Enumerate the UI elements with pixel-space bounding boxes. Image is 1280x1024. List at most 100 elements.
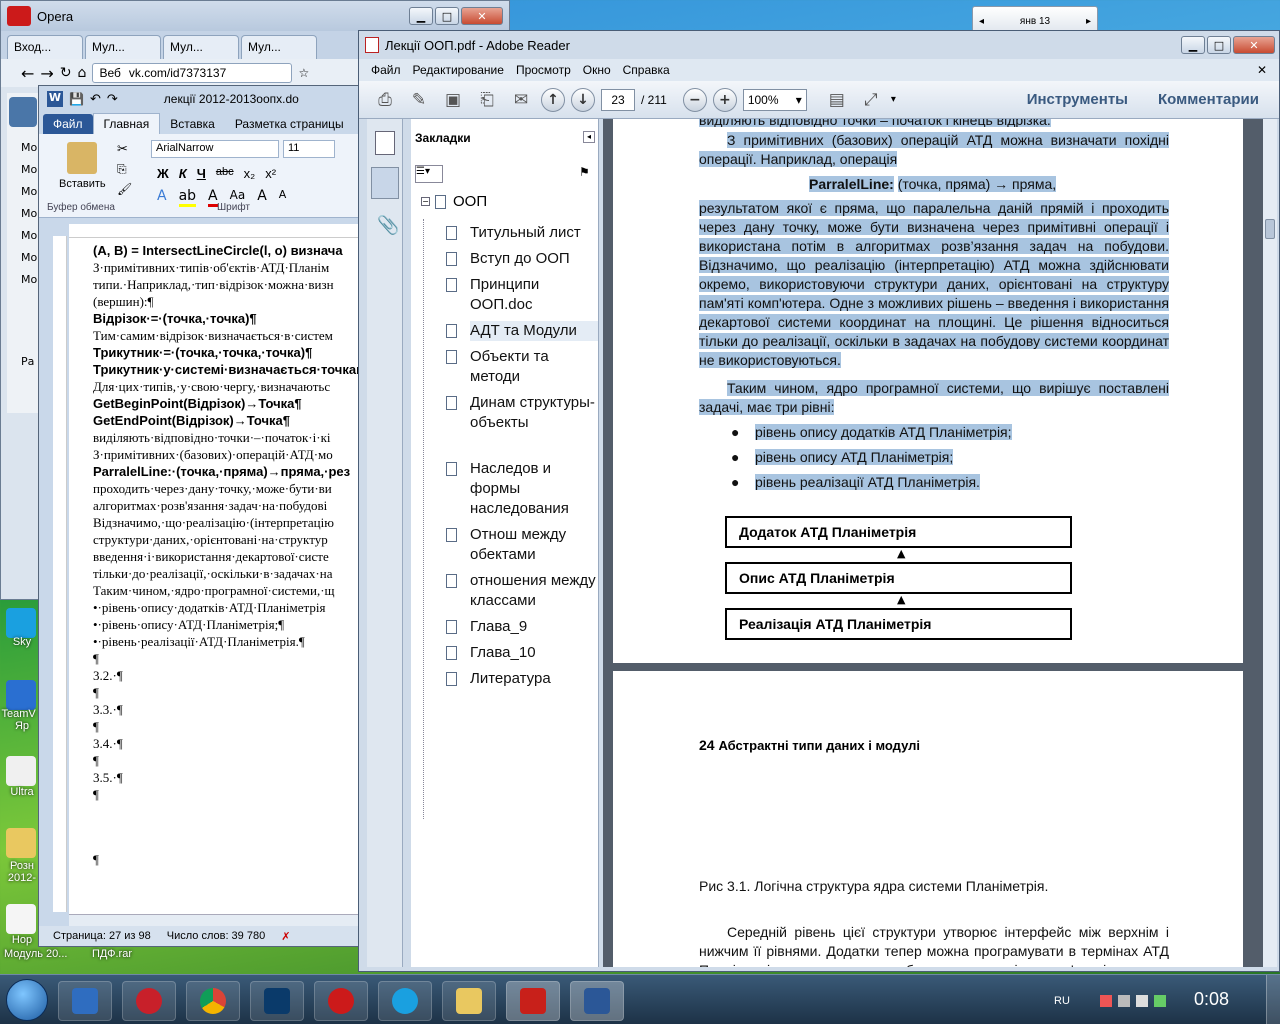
- close-button[interactable]: ✕: [1233, 36, 1275, 54]
- copy-icon[interactable]: ⎘: [117, 162, 127, 177]
- next-page-button[interactable]: ↓: [571, 87, 595, 112]
- bookmark-item[interactable]: Динам структуры-объекты: [470, 393, 598, 433]
- zoom-out-button[interactable]: −: [682, 87, 707, 112]
- tab-insert[interactable]: Вставка: [160, 114, 225, 134]
- taskbar-show-desktop[interactable]: [58, 981, 112, 1021]
- opera-tab[interactable]: Мул...: [163, 35, 239, 59]
- scroll-thumb[interactable]: [1265, 219, 1275, 239]
- reload-icon[interactable]: ↻: [60, 65, 72, 81]
- calendar-next-button[interactable]: ▸: [1086, 16, 1091, 27]
- tools-button[interactable]: Инструменты: [1027, 91, 1128, 108]
- prev-page-button[interactable]: ↑: [541, 87, 565, 112]
- text-effects-icon[interactable]: A: [157, 188, 167, 207]
- underline-button[interactable]: Ч: [197, 166, 206, 181]
- size-select[interactable]: 11: [283, 140, 335, 158]
- action-center-icon[interactable]: [1100, 995, 1112, 1007]
- create-pdf-icon[interactable]: ⎙: [371, 86, 399, 114]
- menu-file[interactable]: Файл: [371, 63, 401, 77]
- paste-icon[interactable]: [67, 142, 97, 174]
- document-page[interactable]: (A, B) = IntersectLineCircle(l, o) визна…: [69, 238, 363, 914]
- taskbar-word[interactable]: [570, 981, 624, 1021]
- teamviewer-desktop-icon[interactable]: [6, 680, 36, 710]
- zoom-in-button[interactable]: +: [712, 87, 737, 112]
- page-display-icon[interactable]: ▤: [823, 86, 851, 114]
- menu-edit[interactable]: Редактирование: [413, 63, 504, 77]
- address-field[interactable]: Веб vk.com/id7373137: [92, 63, 293, 83]
- forward-icon[interactable]: →: [40, 64, 53, 83]
- expand-bookmark-icon[interactable]: ⚑: [579, 165, 590, 179]
- comments-button[interactable]: Комментарии: [1158, 91, 1259, 108]
- taskbar-opera[interactable]: [314, 981, 368, 1021]
- taskbar-skype[interactable]: [378, 981, 432, 1021]
- opera-tab[interactable]: Мул...: [85, 35, 161, 59]
- bookmark-root[interactable]: ООП: [453, 193, 487, 210]
- tab-file[interactable]: Файл: [43, 114, 93, 134]
- attachments-icon[interactable]: 📎: [377, 215, 399, 236]
- status-words[interactable]: Число слов: 39 780: [167, 930, 265, 942]
- bookmark-item[interactable]: Глава_9: [470, 617, 598, 637]
- show-desktop-button[interactable]: [1266, 975, 1280, 1024]
- status-page[interactable]: Страница: 27 из 98: [53, 930, 151, 942]
- opera-tab[interactable]: Вход...: [7, 35, 83, 59]
- maximize-button[interactable]: □: [435, 7, 459, 25]
- sidebar-label[interactable]: Мо: [21, 163, 37, 176]
- close-doc-icon[interactable]: ✕: [1257, 63, 1267, 77]
- pdf-page[interactable]: 24 Абстрактні типи даних і модулі Рис 3.…: [613, 671, 1243, 967]
- tab-layout[interactable]: Разметка страницы: [225, 114, 354, 134]
- minimize-button[interactable]: ▁: [1181, 36, 1205, 54]
- maximize-button[interactable]: □: [1207, 36, 1231, 54]
- menu-view[interactable]: Просмотр: [516, 63, 571, 77]
- edit-pdf-icon[interactable]: ✎: [405, 86, 433, 114]
- grow-font-icon[interactable]: A: [257, 188, 267, 207]
- taskbar-acrobat[interactable]: [506, 981, 560, 1021]
- tree-toggle-icon[interactable]: −: [421, 197, 430, 206]
- zoom-select[interactable]: 100% ▾: [742, 88, 807, 111]
- highlight-icon[interactable]: ab: [178, 188, 197, 207]
- toolbar-more-icon[interactable]: ▾: [891, 94, 896, 105]
- close-button[interactable]: ✕: [461, 7, 503, 25]
- taskbar-explorer[interactable]: [442, 981, 496, 1021]
- taskbar-chrome[interactable]: [186, 981, 240, 1021]
- volume-icon[interactable]: [1136, 995, 1148, 1007]
- calendar-prev-button[interactable]: ◂: [979, 16, 984, 27]
- minimize-button[interactable]: ▁: [409, 7, 433, 25]
- save-icon[interactable]: ▣: [439, 86, 467, 114]
- bookmark-item[interactable]: Литература: [470, 669, 598, 689]
- bold-button[interactable]: Ж: [157, 166, 169, 181]
- bookmark-item[interactable]: отношения между классами: [470, 571, 598, 611]
- skype-desktop-icon[interactable]: [6, 608, 36, 638]
- italic-button[interactable]: К: [179, 166, 187, 181]
- sidebar-label[interactable]: Ра: [21, 355, 34, 368]
- folder-desktop-icon[interactable]: [6, 828, 36, 858]
- clock[interactable]: 0:08: [1194, 989, 1229, 1010]
- start-button[interactable]: [6, 979, 48, 1021]
- proofing-icon[interactable]: ✗: [281, 930, 290, 943]
- bookmark-item[interactable]: Отнош между обектами: [470, 525, 598, 565]
- menu-help[interactable]: Справка: [623, 63, 670, 77]
- horizontal-scrollbar[interactable]: [69, 914, 363, 926]
- sidebar-label[interactable]: Мо: [21, 185, 37, 198]
- tab-home[interactable]: Главная: [92, 113, 161, 134]
- strikethrough-button[interactable]: abc: [216, 166, 234, 181]
- taskbar-photoshop[interactable]: [250, 981, 304, 1021]
- fullscreen-icon[interactable]: ⤢: [857, 86, 885, 114]
- bookmark-item[interactable]: Принципи ООП.doc: [470, 275, 598, 315]
- desktop-file-label[interactable]: Модуль 20...: [4, 948, 67, 960]
- back-icon[interactable]: ←: [21, 64, 34, 83]
- bookmark-item[interactable]: Вступ до ООП: [470, 249, 598, 269]
- bookmark-item[interactable]: Глава_10: [470, 643, 598, 663]
- power-icon[interactable]: [1154, 995, 1166, 1007]
- sidebar-label[interactable]: Мо: [21, 229, 37, 242]
- bookmark-item[interactable]: Титульный лист: [470, 223, 598, 243]
- menu-window[interactable]: Окно: [583, 63, 611, 77]
- font-select[interactable]: ArialNarrow: [151, 140, 279, 158]
- home-icon[interactable]: ⌂: [78, 65, 87, 81]
- cut-icon[interactable]: ✂: [117, 142, 128, 157]
- opera-tab[interactable]: Мул...: [241, 35, 317, 59]
- paste-button[interactable]: Вставить: [59, 178, 106, 190]
- bookmark-options-button[interactable]: ☰▾: [415, 165, 443, 183]
- star-icon[interactable]: ☆: [298, 66, 309, 80]
- superscript-button[interactable]: x²: [265, 166, 276, 181]
- bookmark-item[interactable]: АДТ та Модули: [470, 321, 598, 341]
- bookmark-item[interactable]: Наследов и формы наследования: [470, 459, 598, 519]
